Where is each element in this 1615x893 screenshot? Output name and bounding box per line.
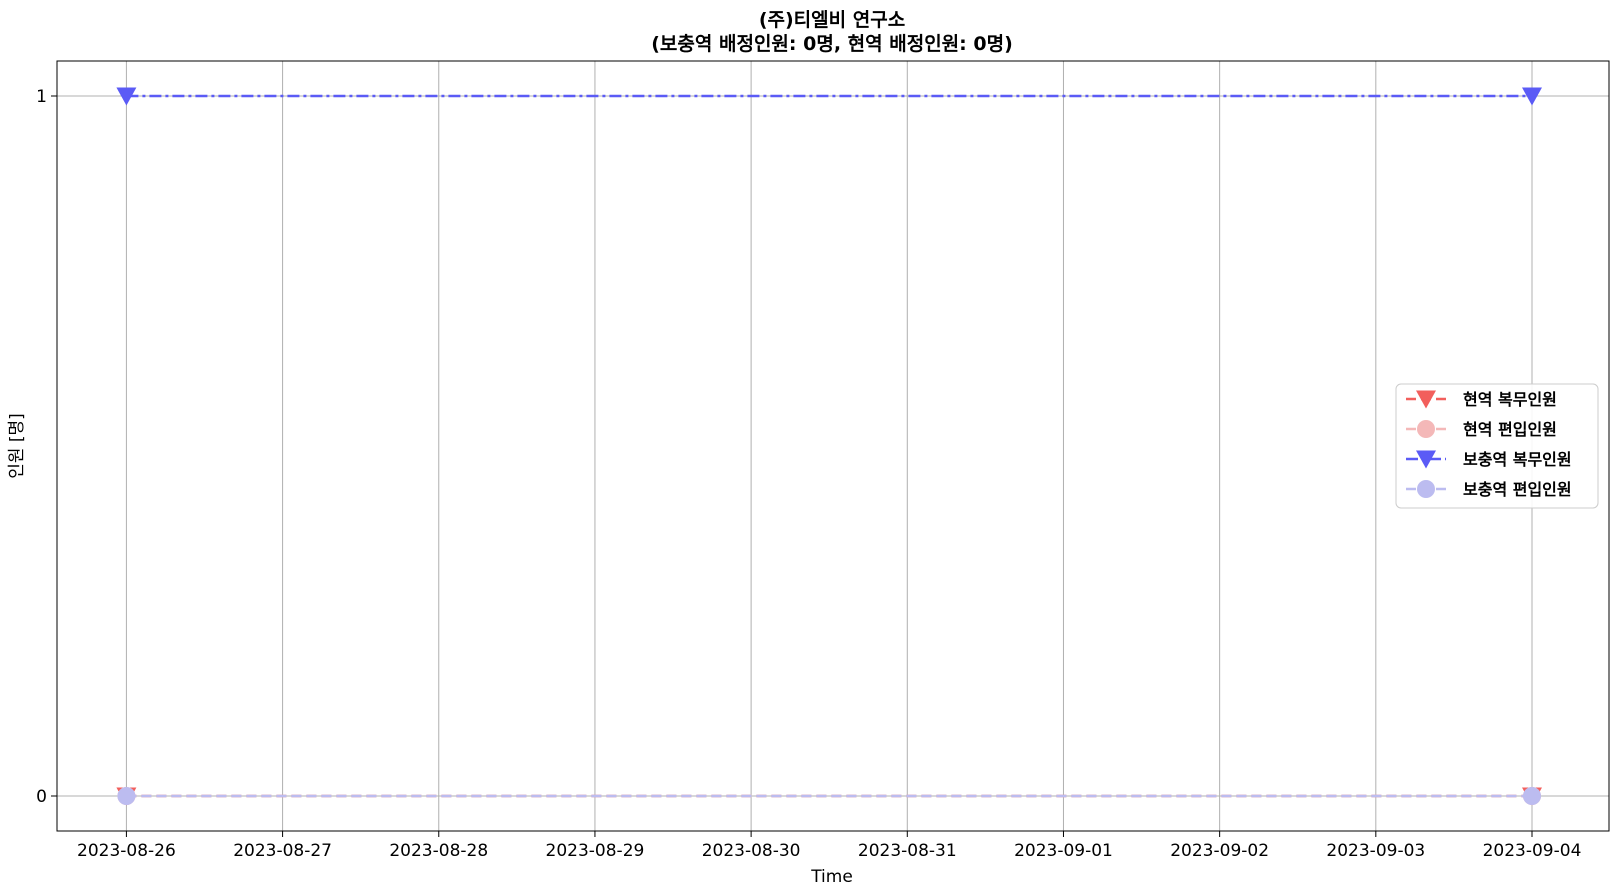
series-4-point xyxy=(117,787,136,805)
x-tick-label: 2023-09-04 xyxy=(1483,841,1582,861)
x-tick-label: 2023-08-31 xyxy=(858,841,957,861)
grid xyxy=(57,61,1609,831)
x-tick-label: 2023-08-29 xyxy=(546,841,645,861)
x-tick-label: 2023-08-30 xyxy=(702,841,801,861)
x-tick-label: 2023-09-03 xyxy=(1326,841,1425,861)
legend: 현역 복무인원현역 편입인원보충역 복무인원보충역 편입인원 xyxy=(1395,383,1599,509)
x-tick-label: 2023-08-28 xyxy=(389,841,488,861)
legend-item-4-marker xyxy=(1417,480,1435,498)
x-axis: 2023-08-26 2023-08-27 2023-08-28 2023-08-29… xyxy=(77,831,1581,861)
legend-item-2-label: 현역 편입인원 xyxy=(1463,420,1557,439)
legend-item-4-label: 보충역 편입인원 xyxy=(1463,480,1572,499)
x-tick-label: 2023-09-02 xyxy=(1170,841,1269,861)
legend-item-2: 현역 편입인원 xyxy=(1406,420,1557,439)
legend-item-1-label: 현역 복무인원 xyxy=(1463,390,1557,409)
y-axis-label: 인원 [명] xyxy=(7,413,27,479)
x-tick-label: 2023-08-27 xyxy=(233,841,332,861)
x-tick-label: 2023-09-01 xyxy=(1014,841,1113,861)
series-4-point xyxy=(1522,787,1541,805)
legend-item-3-label: 보충역 복무인원 xyxy=(1463,450,1572,469)
y-tick-label: 0 xyxy=(36,787,47,807)
x-axis-label: Time xyxy=(810,867,853,887)
y-tick-label: 1 xyxy=(36,87,47,107)
legend-item-4: 보충역 편입인원 xyxy=(1406,480,1572,499)
series-group xyxy=(116,87,1542,806)
chart-subtitle: (보충역 배정인원: 0명, 현역 배정인원: 0명) xyxy=(651,33,1013,55)
legend-item-2-marker xyxy=(1417,420,1435,438)
y-axis: 01 xyxy=(36,87,57,807)
line-chart: (주)티엘비 연구소 (보충역 배정인원: 0명, 현역 배정인원: 0명) 2… xyxy=(7,9,1610,887)
chart-title: (주)티엘비 연구소 xyxy=(759,9,905,31)
x-tick-label: 2023-08-26 xyxy=(77,841,176,861)
